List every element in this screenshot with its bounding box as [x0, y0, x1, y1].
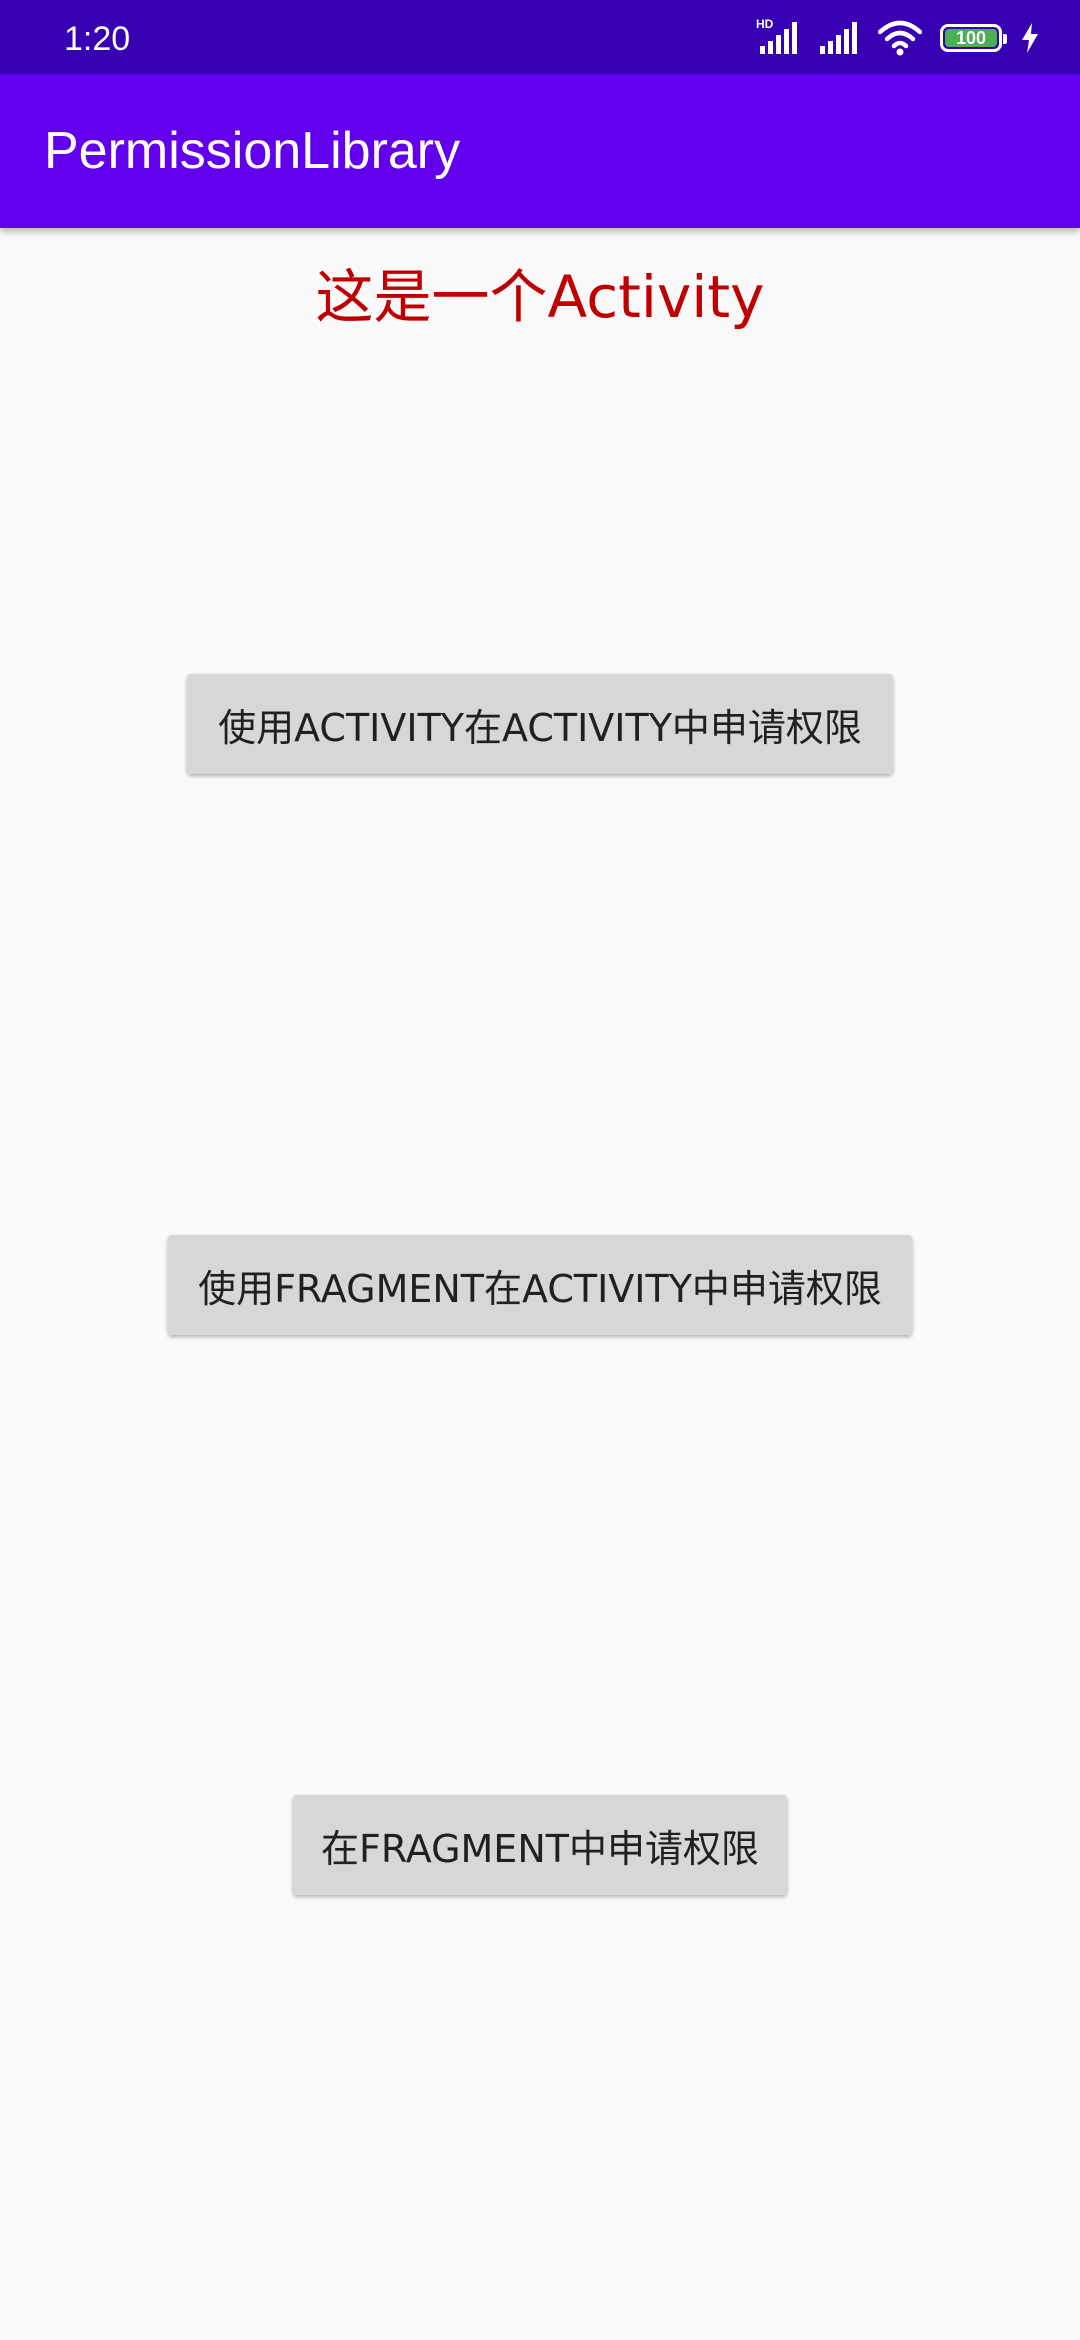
- wifi-icon: [878, 20, 922, 56]
- charging-bolt-icon: [1022, 23, 1038, 53]
- app-title: PermissionLibrary: [44, 122, 461, 180]
- activity-label: 这是一个Activity: [315, 263, 765, 331]
- request-in-activity-button[interactable]: 使用ACTIVITY在ACTIVITY中申请权限: [187, 674, 893, 774]
- fragment-in-activity-button[interactable]: 使用FRAGMENT在ACTIVITY中申请权限: [168, 1235, 912, 1335]
- battery-tip: [1003, 34, 1007, 44]
- status-bar: 1:20 HD 100: [0, 0, 1080, 74]
- battery-icon: 100: [940, 24, 1007, 52]
- signal-icon: [820, 22, 857, 54]
- status-time: 1:20: [64, 20, 131, 58]
- signal-hd-icon: HD: [756, 18, 800, 56]
- request-in-fragment-button[interactable]: 在FRAGMENT中申请权限: [293, 1795, 787, 1895]
- battery-level: 100: [955, 27, 987, 48]
- status-icons: HD 100: [756, 18, 1040, 58]
- app-bar: PermissionLibrary: [0, 74, 1080, 228]
